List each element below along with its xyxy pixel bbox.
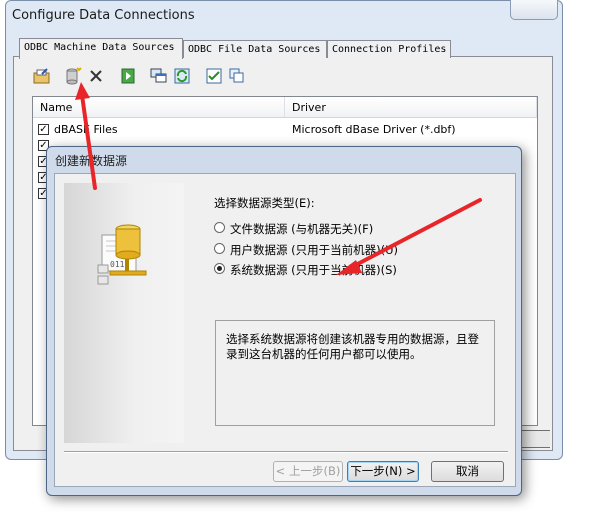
radio-button-selected[interactable] [214,263,225,274]
refresh-icon[interactable] [172,66,192,86]
list-item[interactable]: ✓ dBASE Files Microsoft dBase Driver (*.… [33,122,537,138]
radio-label[interactable]: 系统数据源 (只用于当前机器)(S) [230,262,397,278]
radio-label[interactable]: 用户数据源 (只用于当前机器)(U) [230,242,398,258]
column-header-name[interactable]: Name [33,97,285,118]
new-datasource-icon[interactable] [63,66,83,86]
copy-icon[interactable] [227,66,247,86]
next-button[interactable]: 下一步(N) > [347,461,419,482]
dialog-title: 创建新数据源 [55,154,128,168]
datasource-name: dBASE Files [54,123,118,136]
radio-button[interactable] [214,222,225,233]
close-button[interactable] [510,0,558,20]
tab-odbc-machine-data-sources[interactable]: ODBC Machine Data Sources [19,38,183,59]
configure-icon[interactable] [32,66,52,86]
description-text: 选择系统数据源将创建该机器专用的数据源，且登录到这台机器的任何用户都可以使用。 [226,332,479,361]
radio-label[interactable]: 文件数据源 (与机器无关)(F) [230,221,373,237]
back-button[interactable]: < 上一步(B) [273,461,343,482]
run-icon[interactable] [118,66,138,86]
check-all-icon[interactable] [204,66,224,86]
database-server-icon: 0110 [97,224,147,285]
tab-connection-profiles[interactable]: Connection Profiles [327,40,451,58]
cancel-button[interactable]: 取消 [431,461,504,482]
partially-hidden-button[interactable] [520,430,550,448]
window-title: Configure Data Connections [12,8,195,23]
tab-odbc-file-data-sources[interactable]: ODBC File Data Sources [183,40,327,58]
checkbox[interactable]: ✓ [38,124,49,135]
divider [64,451,508,453]
datasource-driver: Microsoft dBase Driver (*.dbf) [292,123,456,136]
wizard-side-panel: 0110 [64,183,184,443]
radio-button[interactable] [214,243,225,254]
datasource-type-prompt: 选择数据源类型(E): [214,196,315,210]
properties-icon[interactable] [149,66,169,86]
column-header-driver[interactable]: Driver [285,97,537,118]
delete-icon[interactable] [86,66,106,86]
